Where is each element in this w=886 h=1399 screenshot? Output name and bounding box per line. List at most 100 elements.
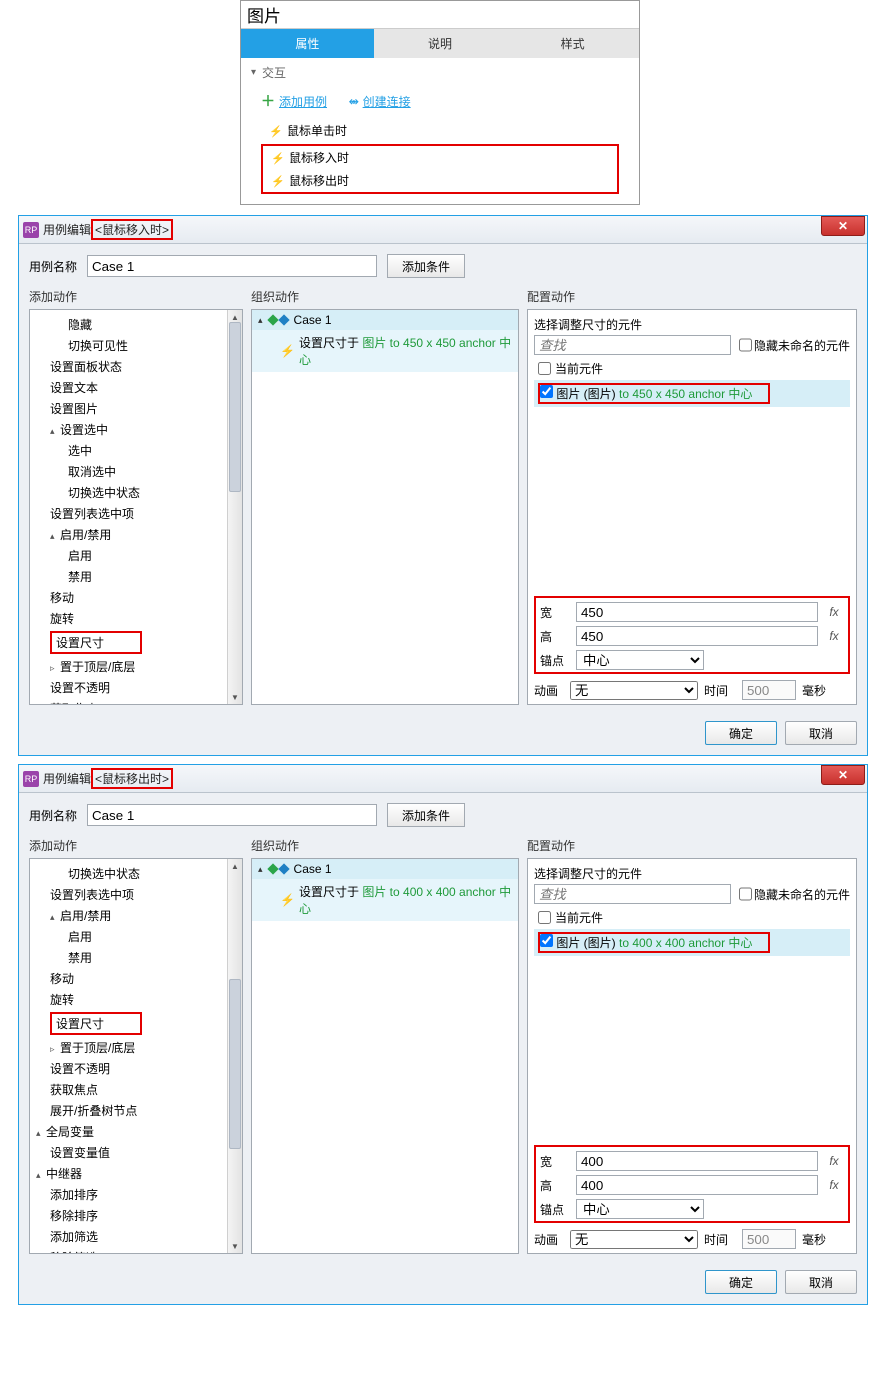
tree-item[interactable]: 获取焦点 <box>32 698 225 704</box>
tree-item-set-selected[interactable]: ▴设置选中 <box>32 419 225 440</box>
tree-item[interactable]: 切换选中状态 <box>32 482 225 503</box>
tree-item-enable[interactable]: ▴启用/禁用 <box>32 905 225 926</box>
scroll-down-icon[interactable]: ▼ <box>228 690 242 704</box>
target-image[interactable]: 图片 (图片) to 400 x 400 anchor 中心 <box>534 929 850 956</box>
event-mouseleave[interactable]: ⚡鼠标移出时 <box>263 169 617 192</box>
anchor-select[interactable]: 中心 <box>576 1199 704 1219</box>
tree-item[interactable]: 禁用 <box>32 566 225 587</box>
tree-item-bring[interactable]: ▹置于顶层/底层 <box>32 656 225 677</box>
tree-item[interactable]: 添加筛选 <box>32 1226 225 1247</box>
search-input[interactable] <box>534 884 731 904</box>
action-row[interactable]: ⚡ 设置尺寸于 图片 to 400 x 400 anchor 中心 <box>252 879 518 921</box>
tab-style[interactable]: 样式 <box>506 29 639 58</box>
tree-item[interactable]: 设置图片 <box>32 398 225 419</box>
scrollbar-thumb[interactable] <box>229 979 241 1149</box>
dialog-titlebar[interactable]: RP 用例编辑<鼠标移出时> ✕ <box>19 765 867 793</box>
event-click[interactable]: ⚡鼠标单击时 <box>261 119 619 142</box>
tree-item[interactable]: 设置面板状态 <box>32 356 225 377</box>
scrollbar[interactable]: ▲ ▼ <box>227 310 242 704</box>
target-current[interactable]: 当前元件 <box>534 357 850 380</box>
tree-item[interactable]: 旋转 <box>32 608 225 629</box>
tree-item[interactable]: 隐藏 <box>32 314 225 335</box>
case-name-input[interactable] <box>87 804 377 826</box>
fx-button[interactable]: fx <box>824 605 844 619</box>
fx-button[interactable]: fx <box>824 1154 844 1168</box>
add-condition-button[interactable]: 添加条件 <box>387 803 465 827</box>
create-link-link[interactable]: ⥈ 创建连接 <box>349 91 411 111</box>
interactions-section[interactable]: ▾ 交互 <box>241 58 639 87</box>
tree-item[interactable]: 获取焦点 <box>32 1079 225 1100</box>
ok-button[interactable]: 确定 <box>705 721 777 745</box>
fx-button[interactable]: fx <box>824 1178 844 1192</box>
tree-item[interactable]: 切换可见性 <box>32 335 225 356</box>
target-current[interactable]: 当前元件 <box>534 906 850 929</box>
add-condition-button[interactable]: 添加条件 <box>387 254 465 278</box>
width-input[interactable] <box>576 602 818 622</box>
scroll-down-icon[interactable]: ▼ <box>228 1239 242 1253</box>
case-name-input[interactable] <box>87 255 377 277</box>
tree-item[interactable]: 设置列表选中项 <box>32 503 225 524</box>
tree-item[interactable]: 移动 <box>32 587 225 608</box>
close-button[interactable]: ✕ <box>821 216 865 236</box>
tree-item[interactable]: 禁用 <box>32 947 225 968</box>
ok-button[interactable]: 确定 <box>705 1270 777 1294</box>
current-checkbox[interactable] <box>538 362 551 375</box>
hide-unnamed-checkbox[interactable] <box>739 884 752 904</box>
time-input[interactable] <box>742 1229 796 1249</box>
case-row[interactable]: ▴ Case 1 <box>252 859 518 879</box>
tree-item[interactable]: 设置变量值 <box>32 1142 225 1163</box>
tree-item[interactable]: 展开/折叠树节点 <box>32 1100 225 1121</box>
tree-item[interactable]: 设置文本 <box>32 377 225 398</box>
tree-item[interactable]: 旋转 <box>32 989 225 1010</box>
tree-item[interactable]: 取消选中 <box>32 461 225 482</box>
search-input[interactable] <box>534 335 731 355</box>
tree-item-enable[interactable]: ▴启用/禁用 <box>32 524 225 545</box>
current-checkbox[interactable] <box>538 911 551 924</box>
tree-item[interactable]: 设置不透明 <box>32 677 225 698</box>
close-button[interactable]: ✕ <box>821 765 865 785</box>
hide-unnamed-checkbox[interactable] <box>739 335 752 355</box>
width-input[interactable] <box>576 1151 818 1171</box>
anim-select[interactable]: 无 <box>570 681 698 700</box>
dialog-titlebar[interactable]: RP 用例编辑<鼠标移入时> ✕ <box>19 216 867 244</box>
scrollbar[interactable]: ▲ ▼ <box>227 859 242 1253</box>
cancel-button[interactable]: 取消 <box>785 721 857 745</box>
tree-item-globals[interactable]: ▴全局变量 <box>32 1121 225 1142</box>
tree-item[interactable]: 启用 <box>32 926 225 947</box>
hide-unnamed-option[interactable]: 隐藏未命名的元件 <box>739 335 850 355</box>
widget-name-input[interactable] <box>241 1 639 29</box>
tree-item[interactable]: 移动 <box>32 968 225 989</box>
tree-item-repeater[interactable]: ▴中继器 <box>32 1163 225 1184</box>
height-input[interactable] <box>576 1175 818 1195</box>
tree-item[interactable]: 启用 <box>32 545 225 566</box>
tree-item[interactable]: 切换选中状态 <box>32 863 225 884</box>
tree-item[interactable]: 添加排序 <box>32 1184 225 1205</box>
action-row[interactable]: ⚡ 设置尺寸于 图片 to 450 x 450 anchor 中心 <box>252 330 518 372</box>
case-row[interactable]: ▴ Case 1 <box>252 310 518 330</box>
hide-unnamed-option[interactable]: 隐藏未命名的元件 <box>739 884 850 904</box>
column-headers: 添加动作 组织动作 配置动作 <box>29 288 857 305</box>
tree-item-bring[interactable]: ▹置于顶层/底层 <box>32 1037 225 1058</box>
tab-properties[interactable]: 属性 <box>241 29 374 58</box>
tree-item-set-size[interactable]: 设置尺寸 <box>32 629 225 656</box>
add-case-link[interactable]: ＋ 添加用例 <box>261 91 327 111</box>
fx-button[interactable]: fx <box>824 629 844 643</box>
tree-item[interactable]: 设置列表选中项 <box>32 884 225 905</box>
anchor-select[interactable]: 中心 <box>576 650 704 670</box>
anim-select[interactable]: 无 <box>570 1230 698 1249</box>
tree-item[interactable]: 移除筛选 <box>32 1247 225 1253</box>
tab-notes[interactable]: 说明 <box>374 29 507 58</box>
scroll-up-icon[interactable]: ▲ <box>228 859 242 873</box>
image-checkbox[interactable] <box>540 385 553 398</box>
image-checkbox[interactable] <box>540 934 553 947</box>
scrollbar-thumb[interactable] <box>229 322 241 492</box>
tree-item[interactable]: 设置不透明 <box>32 1058 225 1079</box>
cancel-button[interactable]: 取消 <box>785 1270 857 1294</box>
target-image[interactable]: 图片 (图片) to 450 x 450 anchor 中心 <box>534 380 850 407</box>
tree-item-set-size[interactable]: 设置尺寸 <box>32 1010 225 1037</box>
time-input[interactable] <box>742 680 796 700</box>
event-mouseenter[interactable]: ⚡鼠标移入时 <box>263 146 617 169</box>
height-input[interactable] <box>576 626 818 646</box>
tree-item[interactable]: 选中 <box>32 440 225 461</box>
tree-item[interactable]: 移除排序 <box>32 1205 225 1226</box>
